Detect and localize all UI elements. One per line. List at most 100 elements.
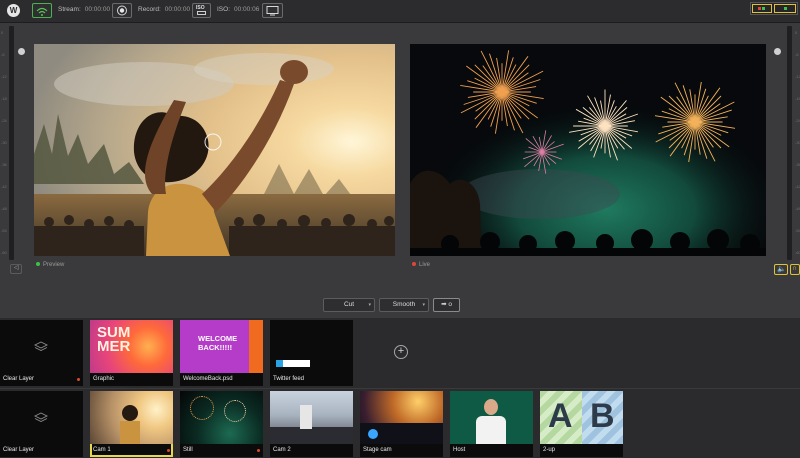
fader-tick-label: -48 [795, 206, 800, 211]
fader-tick-label: -6 [795, 52, 799, 57]
source-label: Cam 2 [273, 447, 291, 453]
layer-tile[interactable]: WELCOME BACK!!!!! WelcomeBack.psd [180, 320, 263, 386]
arrow-left-icon: ◁ [14, 265, 19, 271]
live-label-text: Live [419, 262, 431, 268]
record-button[interactable] [112, 3, 132, 18]
preview-fader-knob[interactable] [18, 48, 25, 55]
source-tile[interactable]: Host [450, 391, 533, 457]
record-time: 00:00:00 [164, 6, 191, 13]
preview-fader-track[interactable] [9, 26, 14, 260]
fader-tick-label: 0 [795, 30, 798, 35]
layer-tile[interactable]: Twitter feed [270, 320, 353, 386]
transition-type-value: Cut [343, 301, 355, 308]
live-fader-knob[interactable] [774, 48, 781, 55]
layer-thumb [270, 320, 353, 373]
chevron-down-icon: ▾ [422, 302, 425, 308]
source-tile[interactable]: Still [180, 391, 263, 457]
output-display-button[interactable] [262, 3, 283, 18]
thumb-figure [122, 405, 138, 421]
preview-status-dot [36, 262, 40, 267]
source-active-dot [167, 449, 170, 452]
source-thumb [180, 391, 263, 444]
layer-thumb: WELCOME BACK!!!!! [180, 320, 263, 373]
fader-tick-label: -24 [795, 118, 800, 123]
live-screen[interactable] [410, 44, 766, 256]
source-thumb [90, 391, 173, 444]
take-button[interactable]: ➡ o [433, 298, 460, 312]
source-active-dot [257, 449, 260, 452]
thumb-figure [300, 405, 312, 429]
source-tile[interactable]: Stage cam [360, 391, 443, 457]
fader-tick-label: -60 [795, 250, 800, 255]
live-audio-button[interactable]: 🔈 [774, 264, 788, 275]
iso-label: ISO: [217, 6, 231, 13]
source-tile[interactable]: A B 2-up [540, 391, 623, 457]
transition-type-select[interactable]: Cut ▾ [323, 298, 375, 312]
fader-tick-label: -18 [1, 96, 7, 101]
stream-label: Stream: [58, 6, 81, 13]
welcome-art-text: WELCOME BACK!!!!! [198, 334, 238, 352]
thumb-burst [190, 396, 214, 420]
thumb-host-body [476, 416, 506, 444]
source-thumb: A B [540, 391, 623, 444]
thumb-host-head [484, 399, 498, 415]
layers-icon [33, 340, 49, 358]
record-icon [113, 4, 131, 21]
layer-tile[interactable]: SUM MER Graphic [90, 320, 173, 386]
fader-tick-label: 0 [1, 30, 4, 35]
chevron-down-icon: ▾ [368, 302, 371, 308]
source-thumb [270, 391, 353, 444]
thumb-figure-body [120, 421, 140, 444]
fader-tick-label: -30 [1, 140, 7, 145]
source-label: Cam 1 [93, 447, 111, 453]
fader-tick-label: -54 [795, 228, 800, 233]
app-logo: W [7, 4, 20, 17]
fader-tick-label: -12 [795, 74, 800, 79]
source-tile[interactable]: Clear Layer [0, 391, 83, 457]
live-fader-track[interactable] [787, 26, 792, 260]
source-label: Clear Layer [3, 447, 35, 453]
layer-label: WelcomeBack.psd [183, 376, 233, 382]
fader-tick-label: -42 [1, 184, 7, 189]
top-toolbar: W Stream: 00:00:00 Record: 00:00:00 ISO IS… [0, 0, 800, 23]
live-headphone-button[interactable]: ∩ [790, 264, 800, 275]
iso-status: ISO: 00:00:06 [217, 6, 259, 13]
thumb-letter-b: B [590, 397, 615, 435]
live-image [410, 44, 766, 256]
fader-tick-label: -30 [795, 140, 800, 145]
stream-time: 00:00:00 [84, 6, 111, 13]
source-tile-selected[interactable]: Cam 1 [90, 391, 173, 457]
speaker-icon: 🔈 [777, 266, 786, 273]
preview-settings-button[interactable]: ◁ [10, 264, 22, 274]
source-tile[interactable]: Cam 2 [270, 391, 353, 457]
record-status: Record: 00:00:00 [138, 6, 190, 13]
audio-meter-level-dot [784, 7, 787, 10]
thumb-burst [224, 400, 246, 422]
stream-status: Stream: 00:00:00 [58, 6, 110, 13]
audio-meter-red-dot [758, 7, 761, 10]
record-label: Record: [138, 6, 161, 13]
source-thumb [450, 391, 533, 444]
layer-label: Graphic [93, 376, 115, 382]
wifi-button[interactable] [32, 3, 52, 18]
audio-meter-green-dot [762, 7, 765, 10]
audio-meter [750, 2, 798, 15]
headphone-icon: ∩ [792, 265, 798, 272]
add-layer-button[interactable]: + [394, 345, 408, 359]
thumb-crowd [270, 427, 353, 444]
layer-label: Twitter feed [273, 376, 305, 382]
fader-tick-label: -42 [795, 184, 800, 189]
iso-time: 00:00:06 [234, 6, 260, 13]
live-status-dot [412, 262, 416, 267]
iso-icon [197, 11, 206, 15]
layer-thumb [0, 320, 83, 373]
fader-tick-label: -6 [1, 52, 5, 57]
transition-easing-select[interactable]: Smooth ▾ [379, 298, 429, 312]
layer-tile[interactable]: Clear Layer [0, 320, 83, 386]
preview-screen[interactable] [34, 44, 395, 256]
iso-button[interactable]: ISO [192, 3, 211, 18]
fader-tick-label: -36 [1, 162, 7, 167]
fader-tick-label: -18 [795, 96, 800, 101]
live-label: Live [412, 262, 430, 268]
source-label: Stage cam [363, 447, 392, 453]
